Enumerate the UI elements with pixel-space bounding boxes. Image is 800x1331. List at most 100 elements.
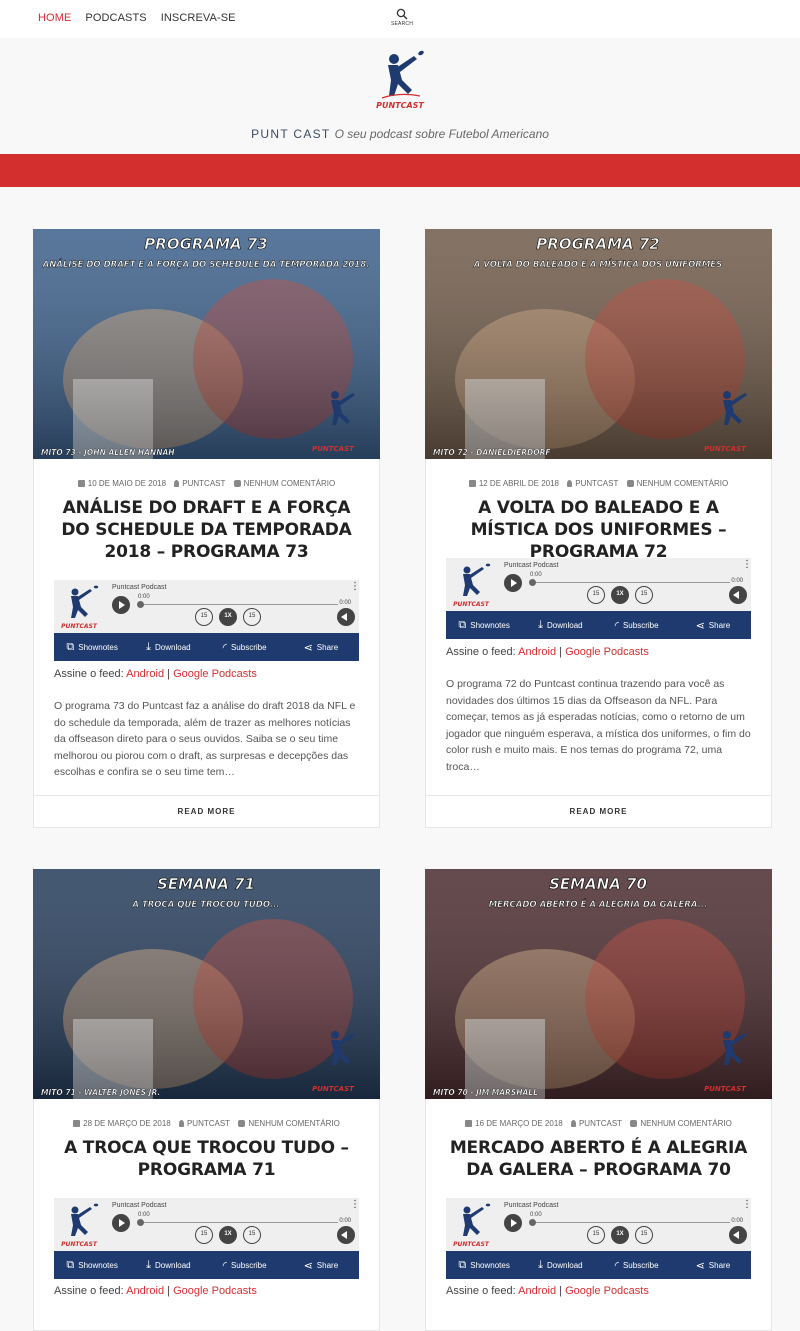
post-date[interactable]: 10 DE MAIO DE 2018: [88, 479, 166, 488]
feed-android-link[interactable]: Android: [126, 1285, 164, 1297]
feed-google-link[interactable]: Google Podcasts: [173, 1285, 257, 1297]
more-options-icon[interactable]: ⋮: [742, 1200, 752, 1210]
accent-banner: [0, 154, 800, 187]
download-button[interactable]: ⤓ Download: [130, 1251, 206, 1279]
speed-button[interactable]: 1X: [219, 1226, 237, 1244]
volume-button[interactable]: [337, 608, 355, 626]
skip-forward-button[interactable]: 15: [635, 1226, 653, 1244]
shownotes-button[interactable]: ⧉ Shownotes: [54, 1251, 130, 1279]
play-button[interactable]: [112, 1214, 130, 1232]
download-button[interactable]: ⤓ Download: [522, 1251, 598, 1279]
post-thumbnail[interactable]: SEMANA 71 A TROCA QUE TROCOU TUDO... PUN…: [33, 869, 380, 1099]
post-date[interactable]: 16 DE MARÇO DE 2018: [475, 1119, 563, 1128]
calendar-icon: [465, 1120, 473, 1127]
post-comments[interactable]: NENHUM COMENTÁRIO: [244, 479, 336, 488]
post-comments[interactable]: NENHUM COMENTÁRIO: [248, 1119, 340, 1128]
player-actions: ⧉ Shownotes ⤓ Download ◜ Subscribe ⋖ Share: [54, 1251, 359, 1279]
download-button[interactable]: ⤓ Download: [522, 611, 598, 639]
skip-forward-button[interactable]: 15: [635, 586, 653, 604]
skip-forward-button[interactable]: 15: [243, 1226, 261, 1244]
user-icon: [567, 480, 573, 487]
feed-google-link[interactable]: Google Podcasts: [173, 668, 257, 680]
user-icon: [178, 1120, 184, 1127]
feed-google-link[interactable]: Google Podcasts: [565, 1285, 649, 1297]
more-options-icon[interactable]: ⋮: [350, 582, 360, 592]
speed-button[interactable]: 1X: [611, 586, 629, 604]
shownotes-button[interactable]: ⧉ Shownotes: [446, 1251, 522, 1279]
post-date[interactable]: 12 DE ABRIL DE 2018: [479, 479, 559, 488]
user-icon: [570, 1120, 576, 1127]
nav-home[interactable]: HOME: [38, 12, 71, 24]
feed-line: Assine o feed: Android | Google Podcasts: [446, 646, 649, 658]
more-options-icon[interactable]: ⋮: [742, 560, 752, 570]
feed-android-link[interactable]: Android: [518, 1285, 556, 1297]
play-button[interactable]: [504, 1214, 522, 1232]
post-comments[interactable]: NENHUM COMENTÁRIO: [640, 1119, 732, 1128]
post-author[interactable]: PUNTCAST: [182, 479, 225, 488]
external-link-icon: ⧉: [458, 618, 467, 631]
post-author[interactable]: PUNTCAST: [579, 1119, 622, 1128]
rss-icon: ◜: [222, 1259, 227, 1272]
post-card: PROGRAMA 72 A VOLTA DO BALEADO E A MÍSTI…: [425, 229, 772, 828]
progress-track[interactable]: [140, 1222, 338, 1223]
share-button[interactable]: ⋖ Share: [675, 611, 751, 639]
skip-back-button[interactable]: 15: [587, 586, 605, 604]
share-button[interactable]: ⋖ Share: [283, 1251, 359, 1279]
subscribe-button[interactable]: ◜ Subscribe: [599, 611, 675, 639]
download-button[interactable]: ⤓ Download: [130, 633, 206, 661]
site-name[interactable]: PUNT CAST: [251, 127, 331, 141]
volume-button[interactable]: [729, 1226, 747, 1244]
skip-back-button[interactable]: 15: [195, 1226, 213, 1244]
progress-track[interactable]: [140, 604, 338, 605]
nav-inscreva-se[interactable]: INSCREVA-SE: [161, 12, 236, 24]
post-title[interactable]: A TROCA QUE TROCOU TUDO – PROGRAMA 71: [54, 1137, 359, 1181]
progress-handle[interactable]: [137, 1219, 144, 1226]
play-button[interactable]: [112, 596, 130, 614]
site-logo[interactable]: PUNTCAST: [374, 48, 426, 116]
post-thumbnail[interactable]: SEMANA 70 MERCADO ABERTO É A ALEGRIA DA …: [425, 869, 772, 1099]
share-button[interactable]: ⋖ Share: [675, 1251, 751, 1279]
shownotes-button[interactable]: ⧉ Shownotes: [54, 633, 130, 661]
player-logo-text: PUNTCAST: [453, 1241, 490, 1248]
feed-android-link[interactable]: Android: [126, 668, 164, 680]
thumbnail-caption: MITO 71 - WALTER JONES JR.: [41, 1088, 160, 1097]
feed-google-link[interactable]: Google Podcasts: [565, 646, 649, 658]
post-thumbnail[interactable]: PROGRAMA 72 A VOLTA DO BALEADO E A MÍSTI…: [425, 229, 772, 459]
progress-handle[interactable]: [529, 579, 536, 586]
skip-forward-button[interactable]: 15: [243, 608, 261, 626]
search-button[interactable]: SEARCH: [390, 8, 414, 34]
post-title[interactable]: MERCADO ABERTO É A ALEGRIA DA GALERA – P…: [446, 1137, 751, 1181]
post-comments[interactable]: NENHUM COMENTÁRIO: [637, 479, 729, 488]
post-title[interactable]: ANÁLISE DO DRAFT E A FORÇA DO SCHEDULE D…: [54, 497, 359, 563]
post-thumbnail[interactable]: PROGRAMA 73 ANÁLISE DO DRAFT E A FORÇA D…: [33, 229, 380, 459]
progress-track[interactable]: [532, 1222, 730, 1223]
read-more-button[interactable]: READ MORE: [426, 795, 771, 828]
more-options-icon[interactable]: ⋮: [350, 1200, 360, 1210]
progress-track[interactable]: [532, 582, 730, 583]
post-author[interactable]: PUNTCAST: [187, 1119, 230, 1128]
skip-back-button[interactable]: 15: [587, 1226, 605, 1244]
share-button[interactable]: ⋖ Share: [283, 633, 359, 661]
subscribe-button[interactable]: ◜ Subscribe: [599, 1251, 675, 1279]
post-date[interactable]: 28 DE MARÇO DE 2018: [83, 1119, 171, 1128]
volume-button[interactable]: [337, 1226, 355, 1244]
play-button[interactable]: [504, 574, 522, 592]
skip-back-button[interactable]: 15: [195, 608, 213, 626]
feed-android-link[interactable]: Android: [518, 646, 556, 658]
post-author[interactable]: PUNTCAST: [575, 479, 618, 488]
download-label: Download: [155, 642, 191, 652]
site-header: PUNTCAST PUNT CAST O seu podcast sobre Fu…: [0, 38, 800, 154]
progress-handle[interactable]: [529, 1219, 536, 1226]
speed-button[interactable]: 1X: [611, 1226, 629, 1244]
volume-button[interactable]: [729, 586, 747, 604]
read-more-button[interactable]: READ MORE: [34, 795, 379, 828]
speed-button[interactable]: 1X: [219, 608, 237, 626]
progress-handle[interactable]: [137, 601, 144, 608]
subscribe-button[interactable]: ◜ Subscribe: [207, 633, 283, 661]
shownotes-button[interactable]: ⧉ Shownotes: [446, 611, 522, 639]
subscribe-button[interactable]: ◜ Subscribe: [207, 1251, 283, 1279]
nav-podcasts[interactable]: PODCASTS: [85, 12, 146, 24]
feed-prefix: Assine o feed:: [54, 1285, 124, 1297]
post-title[interactable]: A VOLTA DO BALEADO E A MÍSTICA DOS UNIFO…: [446, 497, 751, 563]
subscribe-label: Subscribe: [622, 620, 659, 630]
